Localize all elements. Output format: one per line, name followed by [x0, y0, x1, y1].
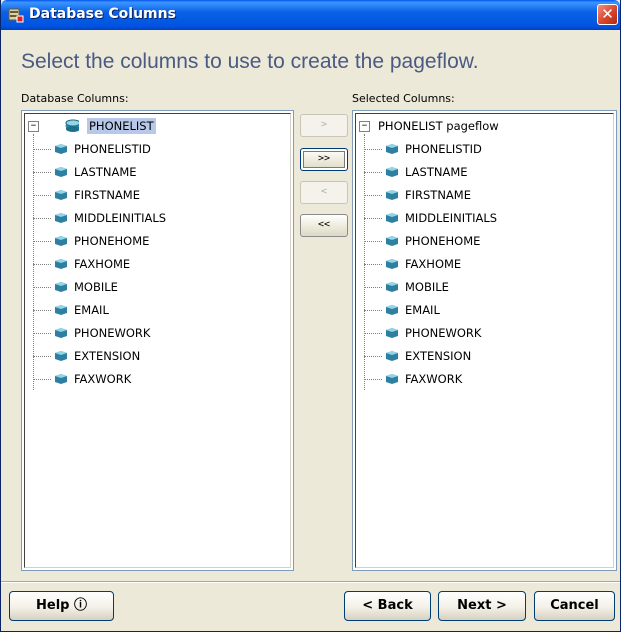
column-item[interactable]: PHONEWORK — [25, 324, 265, 342]
column-item[interactable]: FIRSTNAME — [356, 186, 596, 204]
column-icon — [55, 236, 67, 246]
collapse-icon[interactable]: − — [359, 121, 370, 132]
next-button[interactable]: Next > — [438, 591, 526, 621]
column-icon — [386, 167, 398, 177]
column-label: MOBILE — [74, 280, 118, 294]
column-icon — [386, 351, 398, 361]
column-label: MIDDLEINITIALS — [74, 211, 167, 225]
tree-root-label[interactable]: PHONELIST pageflow — [376, 118, 501, 134]
column-label: PHONEHOME — [405, 234, 481, 248]
column-label: PHONELISTID — [74, 142, 151, 156]
page-heading: Select the columns to use to create the … — [21, 50, 479, 73]
column-icon — [386, 213, 398, 223]
selected-columns-tree[interactable]: − PHONELIST pageflow PHONELISTID LASTNAM… — [352, 110, 617, 571]
column-item[interactable]: FAXWORK — [25, 370, 265, 388]
column-item[interactable]: FAXWORK — [356, 370, 596, 388]
column-label: FAXWORK — [405, 372, 463, 386]
add-all-button[interactable]: >> — [300, 148, 348, 171]
selected-columns-label: Selected Columns: — [352, 92, 455, 105]
title-bar[interactable]: Database Columns ✕ — [1, 0, 620, 30]
tree-root-phonelist[interactable]: − PHONELIST — [25, 118, 265, 136]
remove-all-button[interactable]: << — [300, 214, 348, 237]
column-icon — [386, 144, 398, 154]
column-label: PHONEWORK — [74, 326, 151, 340]
remove-selected-button[interactable]: < — [300, 181, 348, 204]
column-icon — [55, 305, 67, 315]
column-label: FIRSTNAME — [405, 188, 471, 202]
column-item[interactable]: EMAIL — [356, 301, 596, 319]
column-icon — [55, 213, 67, 223]
column-item[interactable]: LASTNAME — [25, 163, 265, 181]
column-icon — [55, 167, 67, 177]
column-icon — [55, 190, 67, 200]
column-icon — [386, 259, 398, 269]
column-label: EMAIL — [74, 303, 109, 317]
column-icon — [55, 144, 67, 154]
column-label: PHONEHOME — [74, 234, 150, 248]
column-label: FAXWORK — [74, 372, 132, 386]
database-columns-label: Database Columns: — [21, 92, 129, 105]
column-label: LASTNAME — [74, 165, 137, 179]
add-selected-button[interactable]: > — [300, 114, 348, 137]
column-icon — [55, 374, 67, 384]
column-item[interactable]: EXTENSION — [25, 347, 265, 365]
column-item[interactable]: MOBILE — [356, 278, 596, 296]
column-icon — [386, 190, 398, 200]
column-item[interactable]: FIRSTNAME — [25, 186, 265, 204]
window-title: Database Columns — [29, 6, 176, 22]
column-label: MOBILE — [405, 280, 449, 294]
footer-divider — [1, 581, 620, 583]
column-item[interactable]: EMAIL — [25, 301, 265, 319]
column-icon — [55, 351, 67, 361]
column-item[interactable]: PHONEHOME — [25, 232, 265, 250]
column-icon — [386, 328, 398, 338]
column-icon — [55, 259, 67, 269]
database-columns-tree[interactable]: − PHONELIST PHONELISTID LASTNAME FIRSTNA… — [21, 110, 294, 571]
column-label: EXTENSION — [405, 349, 472, 363]
column-label: FAXHOME — [74, 257, 131, 271]
column-label: LASTNAME — [405, 165, 468, 179]
column-item[interactable]: LASTNAME — [356, 163, 596, 181]
column-item[interactable]: FAXHOME — [25, 255, 265, 273]
column-icon — [386, 305, 398, 315]
column-item[interactable]: EXTENSION — [356, 347, 596, 365]
column-item[interactable]: PHONELISTID — [25, 140, 265, 158]
column-icon — [55, 282, 67, 292]
column-icon — [386, 236, 398, 246]
column-label: EXTENSION — [74, 349, 141, 363]
tree-root-label[interactable]: PHONELIST — [87, 118, 156, 134]
help-button[interactable]: Help ⓘ — [9, 591, 114, 621]
column-item[interactable]: MIDDLEINITIALS — [356, 209, 596, 227]
back-button[interactable]: < Back — [344, 591, 431, 621]
column-icon — [386, 374, 398, 384]
column-item[interactable]: MOBILE — [25, 278, 265, 296]
column-label: EMAIL — [405, 303, 440, 317]
column-item[interactable]: PHONEHOME — [356, 232, 596, 250]
collapse-icon[interactable]: − — [28, 121, 39, 132]
column-label: FAXHOME — [405, 257, 462, 271]
column-label: MIDDLEINITIALS — [405, 211, 498, 225]
column-icon — [386, 282, 398, 292]
cancel-button[interactable]: Cancel — [534, 591, 615, 621]
column-icon — [55, 328, 67, 338]
database-columns-icon — [8, 8, 24, 23]
dialog-window: Database Columns ✕ Select the columns to… — [0, 0, 621, 632]
column-label: FIRSTNAME — [74, 188, 140, 202]
database-table-icon — [65, 119, 79, 132]
tree-root-pageflow[interactable]: − PHONELIST pageflow — [356, 118, 596, 136]
column-label: PHONELISTID — [405, 142, 482, 156]
column-item[interactable]: MIDDLEINITIALS — [25, 209, 265, 227]
column-item[interactable]: FAXHOME — [356, 255, 596, 273]
column-label: PHONEWORK — [405, 326, 482, 340]
column-item[interactable]: PHONEWORK — [356, 324, 596, 342]
column-item[interactable]: PHONELISTID — [356, 140, 596, 158]
close-button[interactable]: ✕ — [597, 4, 618, 25]
